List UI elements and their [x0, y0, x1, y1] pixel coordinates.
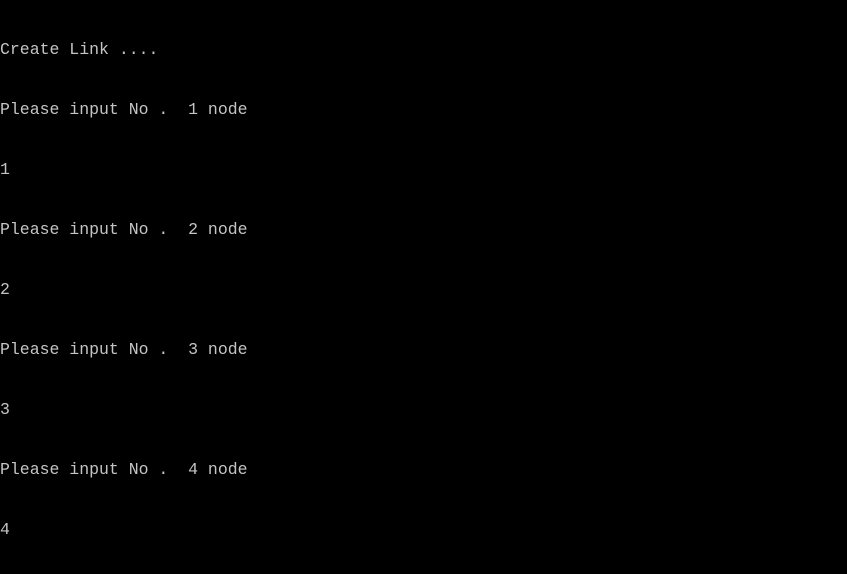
console-line: 3	[0, 400, 10, 419]
console-line: Please input No . 1 node	[0, 100, 248, 119]
console-line: 1	[0, 160, 10, 179]
console-line: Please input No . 3 node	[0, 340, 248, 359]
console-output-text: Create Link .... Please input No . 1 nod…	[0, 0, 515, 574]
console-line: Please input No . 4 node	[0, 460, 248, 479]
console-line: Create Link ....	[0, 40, 159, 59]
console-line: Please input No . 2 node	[0, 220, 248, 239]
console-line: 2	[0, 280, 10, 299]
console-window[interactable]: Create Link .... Please input No . 1 nod…	[0, 0, 847, 574]
console-line: 4	[0, 520, 10, 539]
